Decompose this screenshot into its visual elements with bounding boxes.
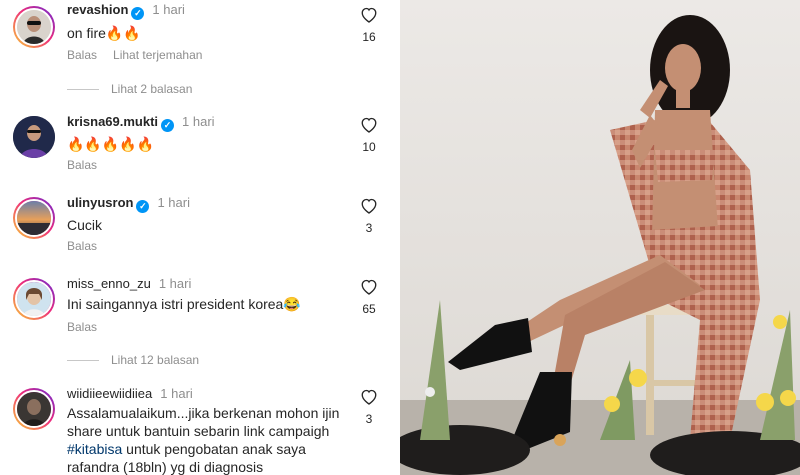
- avatar[interactable]: [13, 6, 55, 48]
- comment-text: Ini saingannya istri president korea😂: [67, 296, 301, 312]
- verified-badge-icon: ✓: [161, 119, 175, 132]
- avatar[interactable]: [13, 278, 55, 320]
- comments-panel: revashion ✓ 1 hari on fire🔥🔥 Balas Lihat te…: [0, 0, 400, 475]
- reply-button[interactable]: Balas: [67, 320, 97, 334]
- username[interactable]: miss_enno_zu: [67, 276, 151, 291]
- like-button[interactable]: 3: [358, 197, 380, 235]
- view-replies-button[interactable]: Lihat 12 balasan: [67, 353, 199, 367]
- username[interactable]: krisna69.mukti: [67, 114, 158, 129]
- reply-button[interactable]: Balas: [67, 48, 97, 62]
- comment-time: 1 hari: [160, 386, 193, 401]
- heart-outline-icon: [361, 117, 377, 133]
- heart-outline-icon: [361, 198, 377, 214]
- heart-outline-icon: [361, 279, 377, 295]
- comment-text: on fire🔥🔥: [67, 25, 141, 41]
- avatar[interactable]: [13, 116, 55, 158]
- view-replies-button[interactable]: Lihat 2 balasan: [67, 82, 192, 96]
- comment-text: Cucik: [67, 217, 103, 233]
- username[interactable]: ulinyusron: [67, 195, 133, 210]
- verified-badge-icon: ✓: [136, 200, 150, 213]
- heart-outline-icon: [361, 389, 377, 405]
- comment-time: 1 hari: [182, 114, 215, 129]
- comment-text: Assalamualaikum...jika berkenan mohon ij…: [67, 405, 340, 475]
- reply-button[interactable]: Balas: [67, 158, 97, 172]
- like-button[interactable]: 16: [358, 6, 380, 44]
- like-count: 16: [362, 30, 376, 44]
- avatar[interactable]: [13, 388, 55, 430]
- username[interactable]: wiidiieewiidiiea: [67, 386, 152, 401]
- like-button[interactable]: 3: [358, 388, 380, 426]
- like-count: 3: [365, 221, 373, 235]
- reply-button[interactable]: Balas: [67, 239, 97, 253]
- like-button[interactable]: 10: [358, 116, 380, 154]
- comment-time: 1 hari: [158, 276, 192, 291]
- post-photo: [400, 0, 800, 475]
- like-button[interactable]: 65: [358, 278, 380, 316]
- verified-badge-icon: ✓: [131, 7, 145, 20]
- see-translation-button[interactable]: Lihat terjemahan: [113, 48, 202, 62]
- like-count: 10: [362, 140, 376, 154]
- hashtag-link[interactable]: #kitabisa: [67, 441, 122, 457]
- heart-outline-icon: [361, 7, 377, 23]
- comment-time: 1 hari: [152, 2, 185, 17]
- like-count: 3: [365, 412, 373, 426]
- comment-text: 🔥🔥🔥🔥🔥: [67, 137, 155, 153]
- like-count: 65: [362, 302, 376, 316]
- comment-time: 1 hari: [157, 195, 190, 210]
- username[interactable]: revashion: [67, 2, 128, 17]
- avatar[interactable]: [13, 197, 55, 239]
